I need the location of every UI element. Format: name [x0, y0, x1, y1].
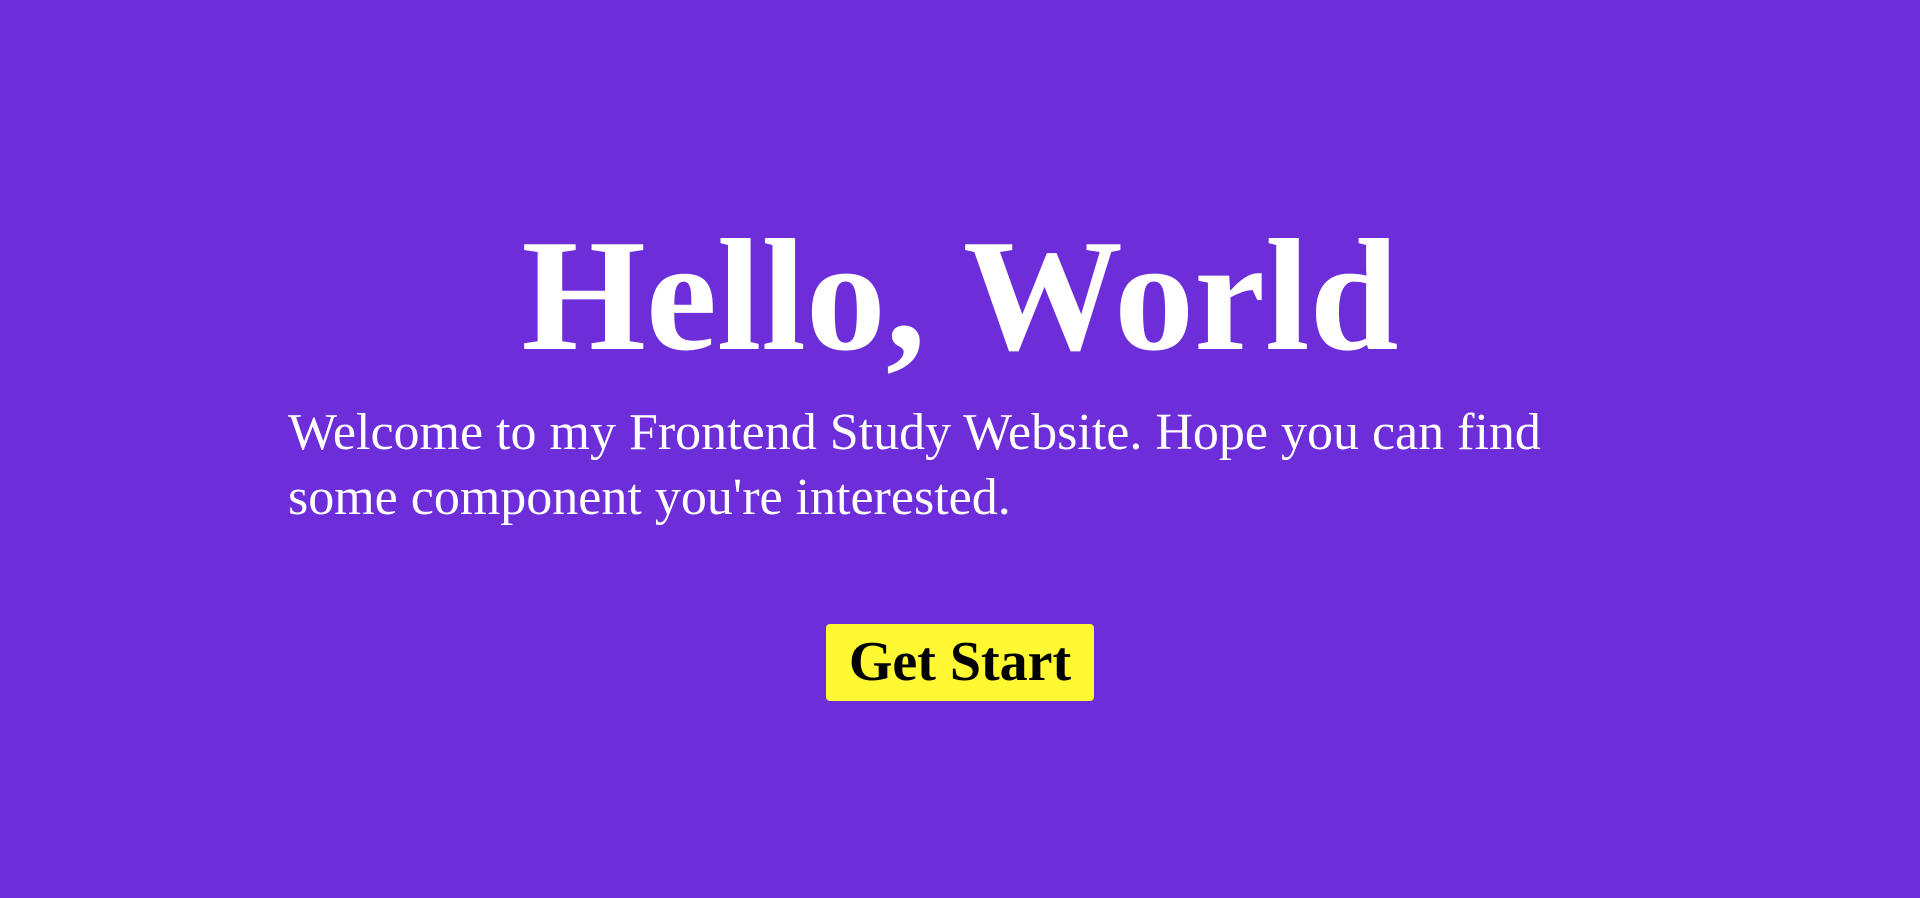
hero-subtitle: Welcome to my Frontend Study Website. Ho… — [288, 404, 1541, 526]
hero-section: Hello, World Welcome to my Frontend Stud… — [0, 0, 1920, 898]
hero-title: Hello, World — [521, 206, 1399, 384]
get-start-button[interactable]: Get Start — [826, 624, 1094, 701]
